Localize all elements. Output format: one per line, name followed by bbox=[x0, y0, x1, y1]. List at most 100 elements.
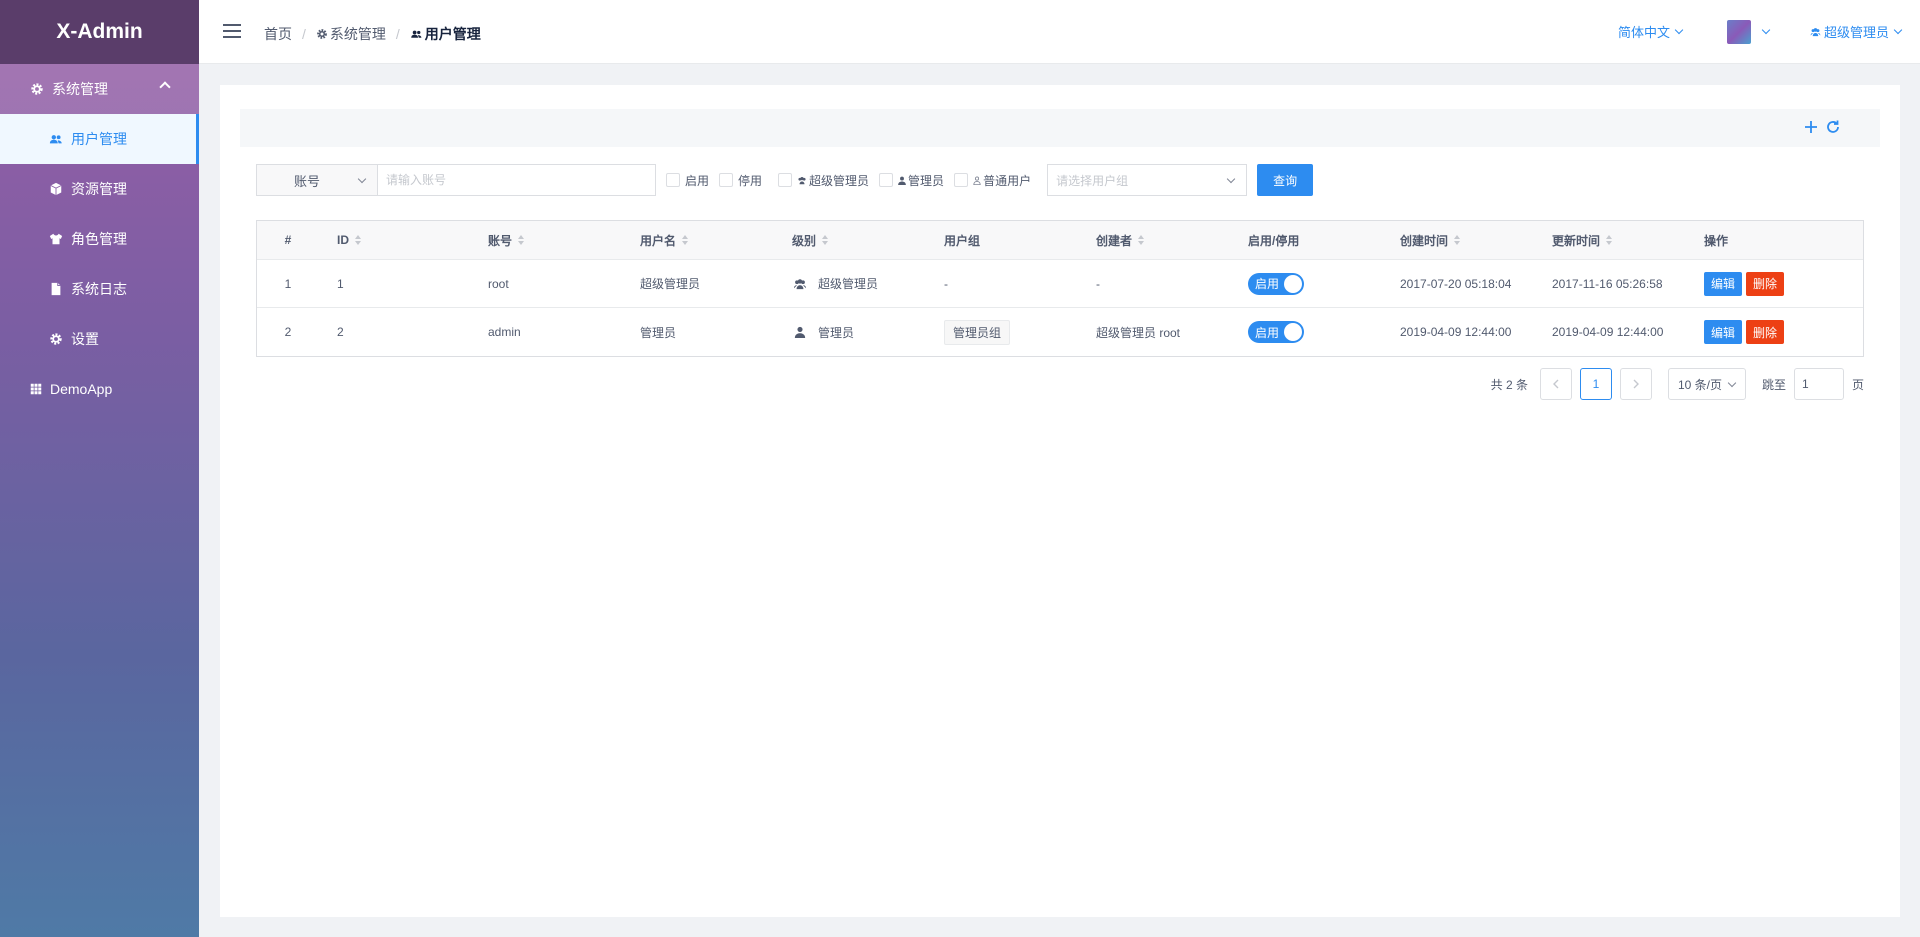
breadcrumb-separator: / bbox=[302, 26, 306, 42]
cell-level: 超级管理员 bbox=[774, 275, 926, 292]
gear-icon bbox=[317, 29, 327, 39]
page-size-label: 10 条/页 bbox=[1677, 377, 1722, 392]
col-header-account[interactable]: 账号 bbox=[470, 232, 622, 249]
cell-index: 2 bbox=[284, 325, 292, 339]
chevron-down-icon bbox=[1674, 25, 1684, 34]
language-dropdown[interactable]: 简体中文 bbox=[1618, 22, 1684, 41]
jump-page-input[interactable] bbox=[1793, 368, 1844, 400]
page-size-select[interactable]: 10 条/页 bbox=[1667, 368, 1746, 400]
sidebar-item-label: 角色管理 bbox=[71, 231, 127, 247]
chevron-down-icon bbox=[357, 174, 367, 184]
checkbox-box bbox=[954, 173, 969, 187]
refresh-icon[interactable] bbox=[1825, 119, 1841, 135]
level-user-checkbox[interactable]: 普通用户 bbox=[954, 172, 1031, 189]
jump-label: 跳至 bbox=[1761, 377, 1786, 392]
sort-icon[interactable] bbox=[1606, 235, 1613, 245]
avatar-dropdown[interactable] bbox=[1727, 20, 1771, 44]
status-toggle[interactable]: 启用 bbox=[1248, 321, 1304, 343]
level-super-checkbox[interactable]: 超级管理员 bbox=[778, 172, 869, 189]
pagination: 共 2 条 1 10 条/页 跳至 页 bbox=[1491, 368, 1864, 400]
sidebar-item-label: 设置 bbox=[71, 331, 99, 347]
top-header: 首页 / 系统管理 / 用户管理 简体中文 超级管理员 bbox=[199, 0, 1920, 64]
cell-created: 2019-04-09 12:44:00 bbox=[1400, 325, 1512, 339]
document-icon bbox=[51, 282, 61, 296]
pagination-total: 共 2 条 bbox=[1490, 377, 1528, 392]
col-header-label: ID bbox=[337, 233, 349, 247]
sidebar-item-settings[interactable]: 设置 bbox=[0, 314, 199, 364]
col-header-updated[interactable]: 更新时间 bbox=[1534, 232, 1686, 249]
add-icon[interactable] bbox=[1803, 119, 1819, 135]
language-label: 简体中文 bbox=[1618, 25, 1671, 40]
edit-button[interactable]: 编辑 bbox=[1704, 320, 1743, 344]
breadcrumb: 首页 / 系统管理 / 用户管理 bbox=[264, 24, 481, 44]
sidebar-item-label: 系统日志 bbox=[71, 281, 127, 297]
col-header-id[interactable]: ID bbox=[319, 233, 470, 247]
search-form: 账号 启用 停用 超级管理员 管理员 普通用户 请选择用户组 查询 bbox=[256, 164, 1314, 196]
user-group-icon bbox=[794, 278, 806, 289]
status-toggle[interactable]: 启用 bbox=[1248, 272, 1304, 295]
level-admin-checkbox[interactable]: 管理员 bbox=[879, 172, 944, 189]
sidebar-item-demoapp[interactable]: DemoApp bbox=[0, 364, 199, 414]
menu-group-system[interactable]: 系统管理 bbox=[0, 64, 199, 114]
group-tag: 管理员组 bbox=[944, 319, 1011, 345]
sidebar-item-roles[interactable]: 角色管理 bbox=[0, 214, 199, 264]
users-icon bbox=[49, 135, 62, 144]
status-enable-checkbox[interactable]: 启用 bbox=[666, 172, 709, 189]
edit-button[interactable]: 编辑 bbox=[1704, 271, 1743, 296]
table-header: # ID 账号 用户名 级别 用户组 创建者 启用/停用 创建时间 更新时间 操… bbox=[257, 221, 1863, 260]
checkbox-label: 停用 bbox=[738, 173, 763, 188]
breadcrumb-section[interactable]: 系统管理 bbox=[330, 24, 386, 44]
level-label: 管理员 bbox=[818, 325, 855, 340]
sidebar-item-label: DemoApp bbox=[50, 381, 113, 397]
sidebar-item-users[interactable]: 用户管理 bbox=[0, 114, 199, 164]
cell-id: 2 bbox=[337, 325, 344, 339]
col-header-created[interactable]: 创建时间 bbox=[1382, 232, 1534, 249]
delete-button[interactable]: 删除 bbox=[1746, 271, 1785, 296]
col-header-label: 创建时间 bbox=[1400, 233, 1449, 248]
col-header-level[interactable]: 级别 bbox=[774, 232, 926, 249]
sort-icon[interactable] bbox=[518, 235, 525, 245]
gear-icon bbox=[31, 83, 43, 95]
user-icon bbox=[898, 176, 906, 185]
cell-index: 1 bbox=[284, 276, 292, 291]
cell-actions: 编辑 删除 bbox=[1686, 320, 1816, 344]
user-group-select[interactable]: 请选择用户组 bbox=[1047, 164, 1248, 196]
sidebar-item-logs[interactable]: 系统日志 bbox=[0, 264, 199, 314]
breadcrumb-current: 用户管理 bbox=[424, 26, 481, 42]
content-card: 账号 启用 停用 超级管理员 管理员 普通用户 请选择用户组 查询 # ID 账… bbox=[220, 85, 1900, 917]
user-icon bbox=[794, 326, 806, 338]
query-button[interactable]: 查询 bbox=[1257, 164, 1314, 196]
sort-icon[interactable] bbox=[1138, 235, 1145, 245]
user-group-icon bbox=[1810, 27, 1821, 36]
search-type-select[interactable]: 账号 bbox=[256, 164, 377, 196]
checkbox-box bbox=[879, 173, 894, 187]
chevron-left-icon bbox=[1552, 379, 1559, 389]
chevron-down-icon bbox=[1226, 174, 1236, 184]
sidebar-item-resources[interactable]: 资源管理 bbox=[0, 164, 199, 214]
sort-icon[interactable] bbox=[682, 235, 689, 245]
next-page-button[interactable] bbox=[1619, 368, 1652, 400]
app-logo: X-Admin bbox=[0, 0, 199, 64]
breadcrumb-home[interactable]: 首页 bbox=[264, 24, 292, 44]
col-header-username[interactable]: 用户名 bbox=[622, 232, 774, 249]
user-dropdown[interactable]: 超级管理员 bbox=[1810, 22, 1903, 41]
chevron-down-icon bbox=[1727, 378, 1737, 388]
col-header-creator[interactable]: 创建者 bbox=[1078, 232, 1230, 249]
cell-username: 管理员 bbox=[640, 325, 677, 340]
sort-icon[interactable] bbox=[822, 235, 829, 245]
cell-updated: 2017-11-16 05:26:58 bbox=[1552, 276, 1663, 291]
search-type-label: 账号 bbox=[293, 173, 320, 189]
page-number-button[interactable]: 1 bbox=[1579, 368, 1612, 400]
status-disable-checkbox[interactable]: 停用 bbox=[719, 172, 762, 189]
cell-created: 2017-07-20 05:18:04 bbox=[1400, 276, 1512, 291]
prev-page-button[interactable] bbox=[1539, 368, 1572, 400]
sort-icon[interactable] bbox=[355, 235, 361, 245]
sort-icon[interactable] bbox=[1454, 235, 1461, 245]
grid-icon bbox=[30, 383, 42, 395]
delete-button[interactable]: 删除 bbox=[1746, 320, 1785, 344]
menu-toggle-icon[interactable] bbox=[223, 24, 241, 38]
account-search-input[interactable] bbox=[377, 164, 656, 196]
checkbox-label: 启用 bbox=[685, 173, 710, 188]
checkbox-label: 超级管理员 bbox=[809, 173, 870, 188]
col-header-label: 创建者 bbox=[1096, 233, 1133, 248]
